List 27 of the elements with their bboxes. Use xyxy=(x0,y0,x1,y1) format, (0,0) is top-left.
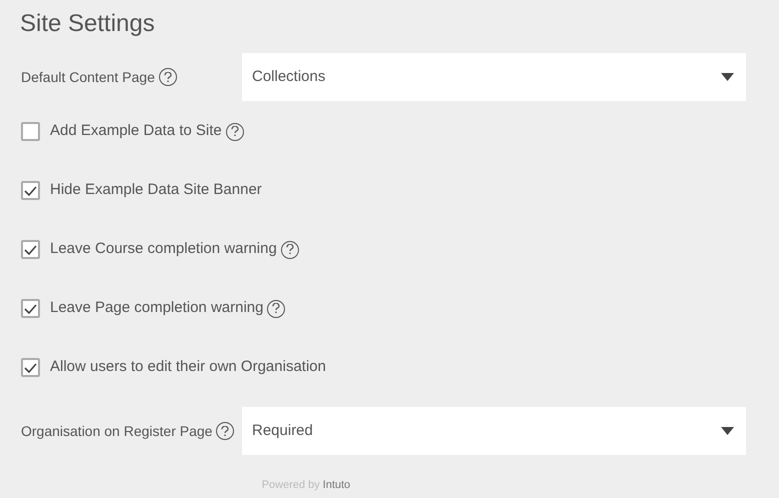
select-field[interactable]: Required xyxy=(242,407,746,455)
help-icon[interactable] xyxy=(158,68,177,86)
caret-icon xyxy=(721,73,734,81)
check-icon xyxy=(24,186,37,196)
checkbox[interactable] xyxy=(21,181,40,200)
checkbox[interactable] xyxy=(21,122,40,141)
caret-icon xyxy=(721,427,734,435)
checkbox[interactable] xyxy=(21,299,40,318)
checkbox-label: Add Example Data to Site xyxy=(50,121,222,142)
help-icon[interactable] xyxy=(216,422,234,440)
brand-link[interactable]: Intuto xyxy=(322,477,350,494)
help-icon[interactable] xyxy=(280,240,299,258)
field-label: Organisation on Register Page xyxy=(21,422,212,441)
checkbox[interactable] xyxy=(21,240,40,259)
field-label: Default Content Page xyxy=(21,68,155,87)
help-icon[interactable] xyxy=(267,300,286,318)
page-title: Site Settings xyxy=(20,10,156,39)
check-icon xyxy=(24,304,37,314)
checkbox-label: Leave Page completion warning xyxy=(50,298,264,318)
checkbox-label: Hide Example Data Site Banner xyxy=(50,180,262,200)
select-field[interactable]: Collections xyxy=(242,53,746,101)
check-icon xyxy=(24,362,37,372)
checkbox-label: Leave Course completion warning xyxy=(50,239,277,260)
checkbox[interactable] xyxy=(21,358,40,377)
check-icon xyxy=(24,244,37,254)
help-icon[interactable] xyxy=(226,122,244,140)
checkbox-label: Allow users to edit their own Organisation xyxy=(50,357,326,378)
